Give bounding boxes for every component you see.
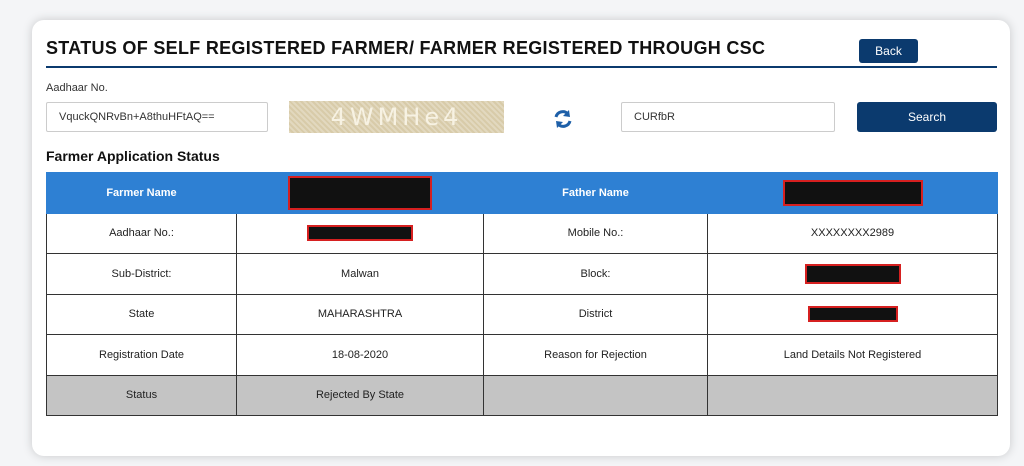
redacted-block [782,179,923,206]
row-label: Block: [483,253,708,295]
section-title: Farmer Application Status [46,148,220,164]
row-label: Reason for Rejection [483,334,708,376]
table-row: State MAHARASHTRA District [46,293,998,335]
rejection-reason-value: Land Details Not Registered [707,334,998,376]
redacted-block [307,225,413,242]
mobile-value: XXXXXXXX2989 [707,212,998,254]
farmer-name-value [236,172,484,214]
registration-date-value: 18-08-2020 [236,334,484,376]
table-row: Registration Date 18-08-2020 Reason for … [46,334,998,376]
back-button[interactable]: Back [859,39,918,63]
empty-cell [707,374,998,416]
empty-cell [483,374,708,416]
row-label: Aadhaar No.: [46,212,237,254]
farmer-status-table: Farmer Name Father Name Aadhaar No.: Mob… [46,172,998,416]
table-header-row: Farmer Name Father Name [46,172,998,214]
block-value [707,253,998,295]
district-value [707,293,998,335]
search-button[interactable]: Search [857,102,997,132]
status-value: Rejected By State [236,374,484,416]
row-label: District [483,293,708,335]
aadhaar-input[interactable] [46,102,268,132]
refresh-captcha-icon[interactable] [552,108,574,130]
table-row: Sub-District: Malwan Block: [46,253,998,295]
aadhaar-label: Aadhaar No. [46,82,108,94]
captcha-input[interactable] [621,102,835,132]
status-label: Status [46,374,237,416]
farmer-name-label: Farmer Name [46,172,237,214]
row-label: Registration Date [46,334,237,376]
redacted-block [807,306,898,323]
redacted-block [288,175,432,210]
title-divider [46,66,997,68]
sub-district-value: Malwan [236,253,484,295]
state-value: MAHARASHTRA [236,293,484,335]
father-name-value [707,172,998,214]
father-name-label: Father Name [483,172,708,214]
page-title: STATUS OF SELF REGISTERED FARMER/ FARMER… [46,38,766,58]
row-label: Sub-District: [46,253,237,295]
table-row: Aadhaar No.: Mobile No.: XXXXXXXX2989 [46,212,998,254]
row-label: Mobile No.: [483,212,708,254]
status-row: Status Rejected By State [46,374,998,416]
row-label: State [46,293,237,335]
aadhaar-value [236,212,484,254]
captcha-image: 4WMHe4 [289,101,504,133]
redacted-block [804,263,901,284]
